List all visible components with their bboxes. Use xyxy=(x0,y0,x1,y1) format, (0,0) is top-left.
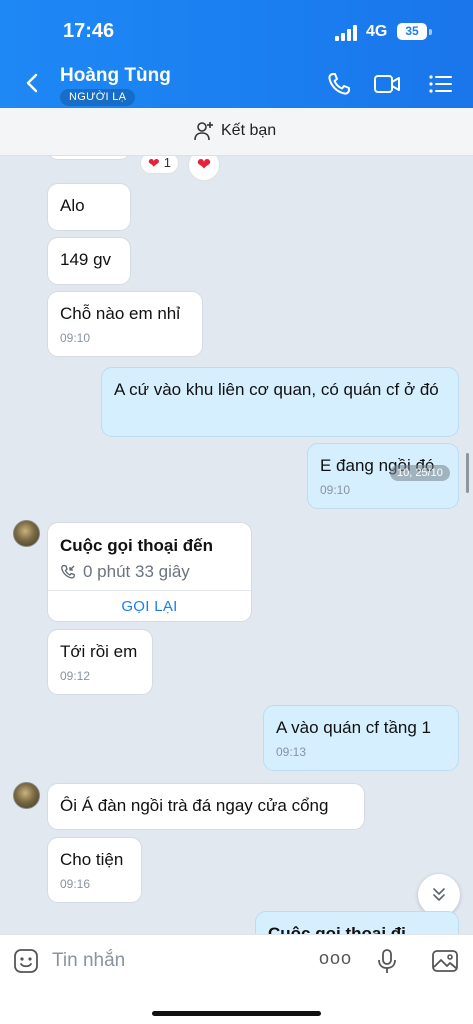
scroll-to-bottom-button[interactable] xyxy=(418,874,460,916)
message-text: Alo xyxy=(60,196,85,215)
message-bubble[interactable]: Cho tiện 09:16 xyxy=(47,837,142,903)
message-input[interactable]: Tin nhắn xyxy=(52,950,125,972)
heart-icon: ❤ xyxy=(196,156,212,174)
message-bubble[interactable]: Tới rồi em 09:12 xyxy=(47,629,153,695)
message-text: Chỗ nào em nhỉ xyxy=(60,304,181,323)
call-duration: 0 phút 33 giây xyxy=(60,562,190,582)
message-text: Ôi Á đàn ngồi trà đá ngay cửa cổng xyxy=(60,796,329,815)
message-bubble-mine[interactable]: Cuộc gọi thoại đi xyxy=(255,911,459,934)
message-bubble-mine[interactable]: A cứ vào khu liên cơ quan, có quán cf ở … xyxy=(101,367,459,437)
message-text: A cứ vào khu liên cơ quan, có quán cf ở … xyxy=(114,380,439,399)
contact-name[interactable]: Hoàng Tùng xyxy=(60,65,171,87)
incoming-call-card: Cuộc gọi thoại đến 0 phút 33 giây GỌI LẠ… xyxy=(47,522,252,622)
message-bubble[interactable]: 149 gv xyxy=(47,237,131,285)
status-time: 17:46 xyxy=(63,20,115,42)
battery-tip xyxy=(429,29,432,35)
message-time: 09:13 xyxy=(276,745,307,759)
scroll-indicator[interactable] xyxy=(466,453,469,493)
avatar[interactable] xyxy=(13,520,40,547)
add-friend-label: Kết bạn xyxy=(221,122,277,139)
message-bubble[interactable]: Chỗ nào em nhỉ 09:10 xyxy=(47,291,203,357)
reaction-summary[interactable]: ❤ 1 xyxy=(140,156,179,174)
call-duration-text: 0 phút 33 giây xyxy=(83,562,190,581)
message-time: 09:10 xyxy=(320,483,351,497)
date-chip: 10, 25/10 xyxy=(390,465,450,481)
message-time: 09:16 xyxy=(60,877,91,891)
message-text: Tới rồi em xyxy=(60,642,138,661)
add-friend-button[interactable]: Kết bạn xyxy=(193,120,276,142)
reaction-count: 1 xyxy=(163,156,171,170)
menu-list-icon[interactable] xyxy=(427,70,455,98)
phone-icon[interactable] xyxy=(325,70,353,98)
double-chevron-down-icon xyxy=(433,888,445,901)
message-bubble[interactable]: Alo xyxy=(47,183,131,231)
message-time: 09:10 xyxy=(60,331,91,345)
call-title: Cuộc gọi thoại đến xyxy=(60,536,213,555)
message-text: 149 gv xyxy=(60,250,112,269)
message-text: Cuộc gọi thoại đi xyxy=(268,924,406,934)
home-indicator xyxy=(152,1011,321,1016)
top-bar: 17:46 4G 35 Hoàng Tùng NGƯỜI LẠ xyxy=(0,0,473,108)
signal-icon xyxy=(335,25,357,41)
avatar[interactable] xyxy=(13,782,40,809)
more-options-icon[interactable]: ooo xyxy=(319,948,352,969)
message-text: Cho tiện xyxy=(60,850,124,869)
add-friend-bar: Kết bạn xyxy=(0,108,473,156)
react-heart-button[interactable]: ❤ xyxy=(188,156,220,181)
stranger-badge: NGƯỜI LẠ xyxy=(60,89,136,106)
incoming-call-icon xyxy=(61,564,75,579)
video-call-icon[interactable] xyxy=(373,70,401,98)
battery-icon: 35 xyxy=(397,23,427,40)
sticker-icon[interactable] xyxy=(12,947,40,975)
heart-icon: ❤ xyxy=(148,156,160,171)
back-arrow-icon[interactable] xyxy=(20,70,46,96)
microphone-icon[interactable] xyxy=(373,947,401,975)
message-bubble-mine[interactable]: A vào quán cf tầng 1 09:13 xyxy=(263,705,459,771)
message-bubble-partial xyxy=(47,156,131,160)
message-input-bar: Tin nhắn ooo xyxy=(0,934,473,1024)
image-icon[interactable] xyxy=(431,947,459,975)
call-back-button[interactable]: GỌI LẠI xyxy=(48,591,251,623)
message-text: A vào quán cf tầng 1 xyxy=(276,718,432,737)
message-bubble[interactable]: Ôi Á đàn ngồi trà đá ngay cửa cổng xyxy=(47,783,365,830)
add-friend-icon xyxy=(194,122,213,141)
chat-area[interactable]: ❤ 1 ❤ Alo 149 gv Chỗ nào em nhỉ 09:10 A … xyxy=(0,156,473,934)
network-type: 4G xyxy=(366,23,388,40)
message-time: 09:12 xyxy=(60,669,91,683)
